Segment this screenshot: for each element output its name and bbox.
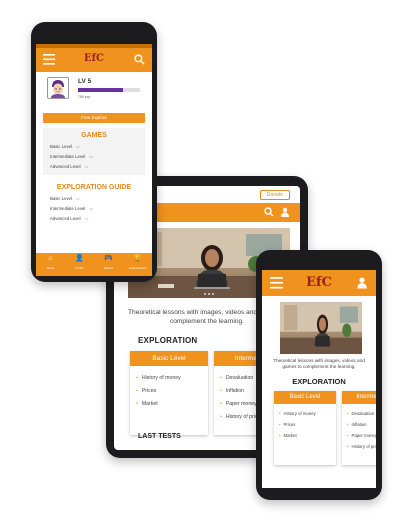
phone-left-screen: EfC LV 5 785 exp Free Explore GAMES Basi… xyxy=(36,48,152,276)
chevron-down-icon: ⌵ xyxy=(89,206,94,212)
card-item[interactable]: History of price xyxy=(347,441,376,452)
xp-progress-bar xyxy=(78,88,140,92)
free-explore-button[interactable]: Free Explore xyxy=(43,113,145,123)
app-header: EfC xyxy=(36,48,152,72)
games-title: GAMES xyxy=(81,132,107,139)
basic-level-card[interactable]: Basic Level History of money Prices Mark… xyxy=(274,391,336,465)
search-icon[interactable] xyxy=(264,207,274,217)
basic-level-card[interactable]: Basic Level History of money Prices Mark… xyxy=(130,351,208,435)
card-item[interactable]: Market xyxy=(136,398,208,411)
user-icon[interactable] xyxy=(356,276,368,289)
user-icon[interactable] xyxy=(280,207,290,217)
phone-left-device: EfC LV 5 785 exp Free Explore GAMES Basi… xyxy=(31,22,157,282)
nav-profile[interactable]: 👤 Profile xyxy=(65,253,94,276)
phone-right-device: EfC Theoretical lessons with images, vid… xyxy=(256,250,382,500)
card-item[interactable]: Prices xyxy=(279,419,336,430)
trophy-icon: 🏆 xyxy=(133,255,142,262)
guide-intermediate-level[interactable]: Intermediate Level ⌵ xyxy=(43,204,145,214)
nav-achievements[interactable]: 🏆 Achievements xyxy=(123,253,152,276)
xp-label: 785 exp xyxy=(78,95,91,99)
games-basic-level[interactable]: Basic Level ⌵ xyxy=(43,142,145,152)
home-icon: ⌂ xyxy=(48,255,53,262)
games-intermediate-level[interactable]: Intermediate Level ⌵ xyxy=(43,152,145,162)
exploration-title: EXPLORATION xyxy=(292,377,346,386)
guide-advanced-level[interactable]: Advanced Level ⌵ xyxy=(43,214,145,224)
profile-summary: LV 5 785 exp xyxy=(36,72,152,112)
app-header: EfC xyxy=(262,270,376,296)
card-item[interactable]: Devaluation xyxy=(347,408,376,419)
gamepad-icon: 🎮 xyxy=(104,255,113,262)
bottom-nav: ⌂ Home 👤 Profile 🎮 Games 🏆 Achievements xyxy=(36,253,152,276)
card-title: Basic Level xyxy=(130,351,208,366)
nav-games[interactable]: 🎮 Games xyxy=(94,253,123,276)
level-cards: Basic Level History of money Prices Mark… xyxy=(262,391,376,465)
chevron-down-icon: ⌵ xyxy=(89,154,94,160)
exploration-guide-section: EXPLORATION GUIDE Basic Level ⌵ Intermedi… xyxy=(43,180,145,227)
app-logo: EfC xyxy=(84,53,104,64)
menu-icon[interactable] xyxy=(270,277,283,289)
card-item[interactable]: History of money xyxy=(279,408,336,419)
guide-title: EXPLORATION GUIDE xyxy=(56,184,132,191)
level-label: LV 5 xyxy=(78,78,92,85)
lesson-hero-image xyxy=(280,302,362,354)
chevron-down-icon: ⌵ xyxy=(75,144,80,150)
chevron-down-icon: ⌵ xyxy=(84,216,89,222)
card-item[interactable]: Inflation xyxy=(347,419,376,430)
chevron-down-icon: ⌵ xyxy=(75,196,80,202)
card-item[interactable]: History of money xyxy=(136,372,208,385)
intermediate-level-card[interactable]: Intermediate Devaluation Inflation Paper… xyxy=(342,391,376,465)
menu-icon[interactable] xyxy=(43,54,55,65)
carousel-dots[interactable] xyxy=(204,293,214,295)
card-item[interactable]: Prices xyxy=(136,385,208,398)
avatar-illustration xyxy=(51,80,65,98)
nav-home[interactable]: ⌂ Home xyxy=(36,253,65,276)
chevron-down-icon: ⌵ xyxy=(84,164,89,170)
card-item[interactable]: Paper money xyxy=(347,430,376,441)
games-section: GAMES Basic Level ⌵ Intermediate Level ⌵ A… xyxy=(43,128,145,175)
lesson-description: Theoretical lessons with images, videos … xyxy=(273,358,365,369)
last-tests-title: LAST TESTS xyxy=(138,433,181,440)
card-item[interactable]: Market xyxy=(279,430,336,441)
phone-right-screen: EfC Theoretical lessons with images, vid… xyxy=(262,270,376,488)
student-laptop-illustration xyxy=(280,302,362,354)
games-advanced-level[interactable]: Advanced Level ⌵ xyxy=(43,162,145,172)
search-icon[interactable] xyxy=(134,54,145,65)
profile-icon: 👤 xyxy=(75,255,84,262)
card-title: Intermediate xyxy=(342,391,376,404)
guide-basic-level[interactable]: Basic Level ⌵ xyxy=(43,194,145,204)
app-logo: EfC xyxy=(306,275,332,290)
xp-progress-fill xyxy=(78,88,123,92)
card-title: Basic Level xyxy=(274,391,336,404)
donate-button[interactable]: Donate xyxy=(259,190,290,200)
avatar[interactable] xyxy=(47,77,69,99)
